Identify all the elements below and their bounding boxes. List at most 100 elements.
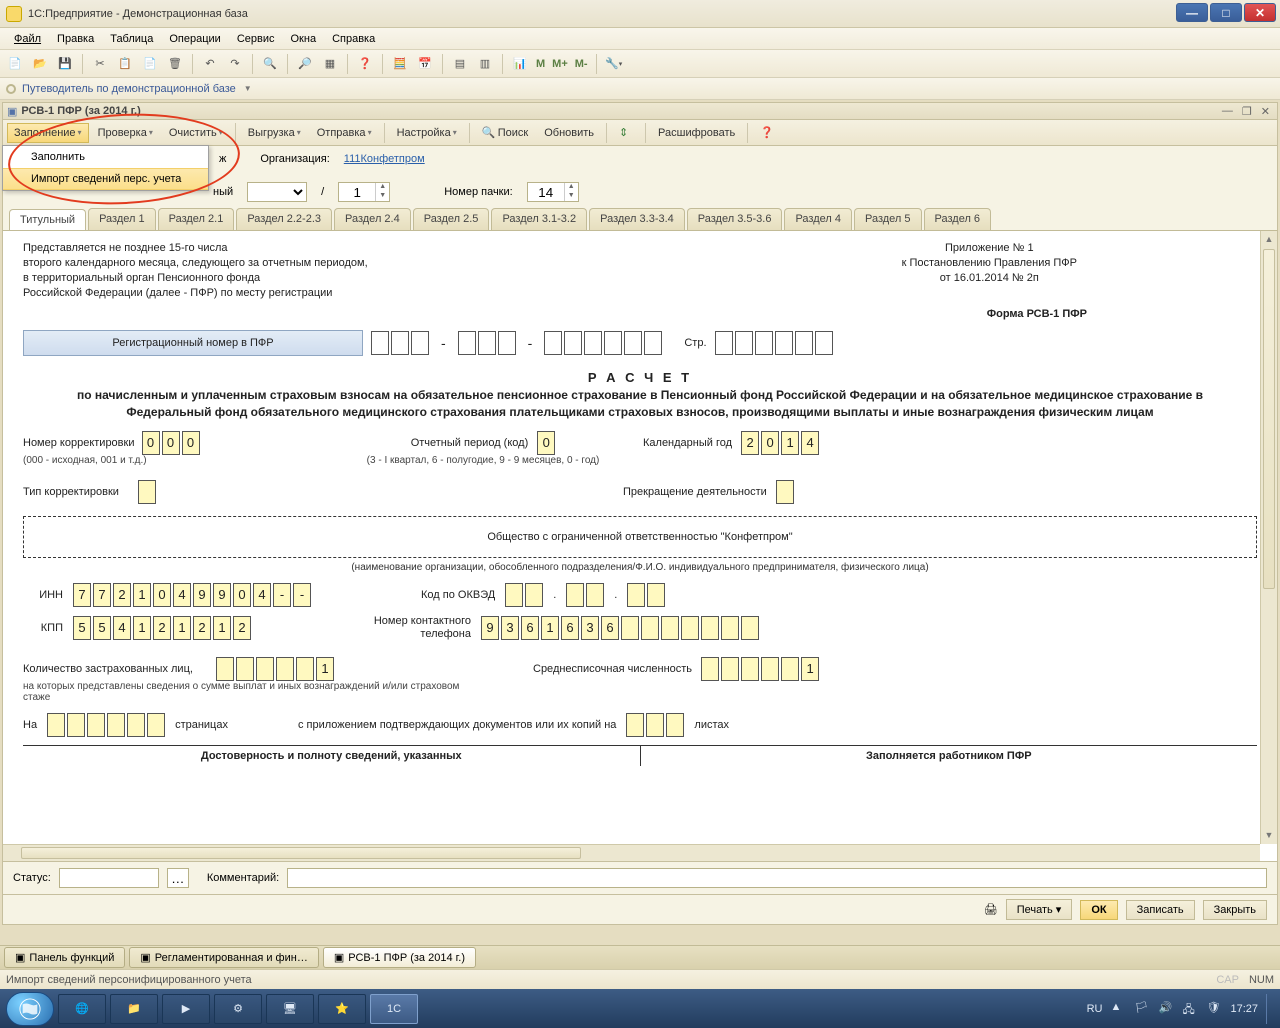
org-name-box[interactable]: Общество с ограниченной ответственностью… [23,516,1257,558]
refresh-button[interactable]: Обновить [537,123,601,143]
ok-button[interactable]: ОК [1080,900,1117,920]
settings-button[interactable]: Настройка▾ [390,123,464,143]
okved-cells[interactable] [505,583,543,607]
scroll-up-icon[interactable]: ▲ [1261,231,1277,248]
page-cells[interactable] [715,331,833,355]
down-arrow-icon[interactable]: ▼ [376,192,389,201]
mminus-label[interactable]: M- [573,58,590,70]
zoom-icon[interactable]: 🔎 [294,53,316,75]
reg-number-label[interactable]: Регистрационный номер в ПФР [23,330,363,356]
tab-section2223[interactable]: Раздел 2.2-2.3 [236,208,332,230]
close-button-doc[interactable]: Закрыть [1203,900,1267,920]
tab-section5[interactable]: Раздел 5 [854,208,922,230]
chart-icon[interactable]: 📊 [509,53,531,75]
taskbar-app1[interactable]: ⚙ [214,994,262,1024]
tab-section25[interactable]: Раздел 2.5 [413,208,490,230]
m-label[interactable]: M [534,58,547,70]
period-cell[interactable]: 0 [537,431,555,455]
menu-edit[interactable]: Правка [49,30,102,48]
year-cells[interactable]: 2014 [741,431,819,455]
doc-close-button[interactable]: ✕ [1258,105,1273,118]
decrypt-button[interactable]: Расшифровать [651,123,742,143]
tab-section3334[interactable]: Раздел 3.3-3.4 [589,208,685,230]
avg-cells[interactable]: 1 [701,657,819,681]
tray-up-icon[interactable]: ▲ [1110,1001,1126,1017]
doc-restore-button[interactable]: ❐ [1239,105,1255,118]
clear-icon[interactable]: 🗑 [164,53,186,75]
tab-section3132[interactable]: Раздел 3.1-3.2 [491,208,587,230]
find-icon[interactable]: 🔍 [259,53,281,75]
show-desktop[interactable] [1266,994,1274,1024]
guide-link[interactable]: Путеводитель по демонстрационной базе [22,83,236,95]
close-button[interactable]: ✕ [1244,3,1276,22]
kpp-cells[interactable]: 554121212 [73,616,251,640]
menu-table[interactable]: Таблица [102,30,161,48]
status-input[interactable] [59,868,159,888]
redo-icon[interactable]: ↷ [224,53,246,75]
reg-cells-3[interactable] [544,331,662,355]
save-button[interactable]: Записать [1126,900,1195,920]
help-button[interactable]: ❓ [753,122,781,144]
doc-minimize-button[interactable]: — [1219,105,1236,118]
inn-cells[interactable]: 7721049904-- [73,583,311,607]
fill-menu-button[interactable]: Заполнение▾ [7,123,89,143]
horizontal-scrollbar[interactable] [3,844,1260,861]
dropdown-import[interactable]: Импорт сведений перс. учета [3,168,208,190]
status-picker[interactable]: … [167,868,189,888]
grid-icon[interactable]: ▦ [319,53,341,75]
tab-section3536[interactable]: Раздел 3.5-3.6 [687,208,783,230]
period-select[interactable] [247,182,307,202]
mplus-label[interactable]: M+ [550,58,570,70]
hscroll-thumb[interactable] [21,847,581,859]
calendar-icon[interactable]: 📅 [414,53,436,75]
undo-icon[interactable]: ↶ [199,53,221,75]
taskbar-1c[interactable]: 1С [370,994,418,1024]
taskbar-app2[interactable]: 🖥 [266,994,314,1024]
scroll-down-icon[interactable]: ▼ [1261,827,1277,844]
calc-icon[interactable]: 🧮 [389,53,411,75]
open-icon[interactable]: 📂 [29,53,51,75]
reg-cells-1[interactable] [371,331,429,355]
export-button[interactable]: Выгрузка▾ [241,123,308,143]
menu-operations[interactable]: Операции [161,30,228,48]
find-button[interactable]: 🔍Поиск [475,122,535,144]
menu-help[interactable]: Справка [324,30,383,48]
phone-cells[interactable]: 9361636 [481,616,759,640]
lang-indicator[interactable]: RU [1087,1003,1103,1015]
tab-section1[interactable]: Раздел 1 [88,208,156,230]
org-link[interactable]: 111Конфетпром [344,153,425,165]
menu-windows[interactable]: Окна [283,30,325,48]
korr-cells[interactable]: 000 [142,431,200,455]
tab-section21[interactable]: Раздел 2.1 [158,208,235,230]
help-icon[interactable]: ❓ [354,53,376,75]
chevron-down-icon[interactable]: ▼ [244,84,252,93]
up-arrow-icon[interactable]: ▲ [376,183,389,192]
korr-type-cell[interactable] [138,480,156,504]
menu-file[interactable]: Файл [6,30,49,48]
tab-section24[interactable]: Раздел 2.4 [334,208,411,230]
copy-icon[interactable]: 📋 [114,53,136,75]
minimize-button[interactable]: — [1176,3,1208,22]
paste-icon[interactable]: 📄 [139,53,161,75]
check-button[interactable]: Проверка▾ [91,123,160,143]
vertical-scrollbar[interactable]: ▲ ▼ [1260,231,1277,844]
new-icon[interactable]: 📄 [4,53,26,75]
tree2-icon[interactable]: ▥ [474,53,496,75]
scroll-thumb[interactable] [1263,249,1275,589]
cease-cell[interactable] [776,480,794,504]
tab-rsv[interactable]: ▣РСВ-1 ПФР (за 2014 г.) [323,947,476,968]
tab-title[interactable]: Титульный [9,209,86,231]
taskbar-app3[interactable]: ⭐ [318,994,366,1024]
comment-input[interactable] [287,868,1267,888]
taskbar-media[interactable]: ▶ [162,994,210,1024]
pack-spinner[interactable]: ▲▼ [527,182,579,202]
taskbar-ie[interactable]: 🌐 [58,994,106,1024]
tray-sound-icon[interactable]: 🔊 [1158,1001,1174,1017]
tab-panel-functions[interactable]: ▣Панель функций [4,947,125,968]
pages-cells[interactable] [47,713,165,737]
dropdown-fill[interactable]: Заполнить [3,146,208,168]
send-button[interactable]: Отправка▾ [310,123,379,143]
cut-icon[interactable]: ✂ [89,53,111,75]
insured-cells[interactable]: 1 [216,657,334,681]
year-spinner[interactable]: ▲▼ [338,182,390,202]
